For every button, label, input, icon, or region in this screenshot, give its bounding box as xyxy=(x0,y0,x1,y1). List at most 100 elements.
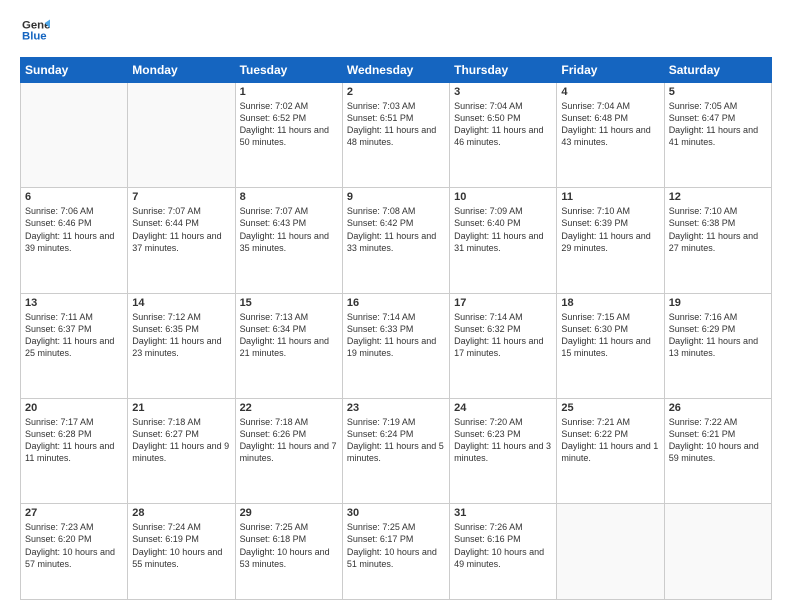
cell-info: Sunrise: 7:04 AM Sunset: 6:48 PM Dayligh… xyxy=(561,100,659,149)
day-header-wednesday: Wednesday xyxy=(342,58,449,83)
day-number: 12 xyxy=(669,191,767,203)
calendar-header-row: SundayMondayTuesdayWednesdayThursdayFrid… xyxy=(21,58,772,83)
calendar-week-2: 6 Sunrise: 7:06 AM Sunset: 6:46 PM Daylig… xyxy=(21,188,772,293)
calendar-cell: 11 Sunrise: 7:10 AM Sunset: 6:39 PM Dayli… xyxy=(557,188,664,293)
day-number: 18 xyxy=(561,297,659,309)
day-number: 4 xyxy=(561,86,659,98)
logo: General Blue xyxy=(20,16,50,49)
cell-info: Sunrise: 7:22 AM Sunset: 6:21 PM Dayligh… xyxy=(669,416,767,465)
day-number: 27 xyxy=(25,507,123,519)
day-number: 9 xyxy=(347,191,445,203)
cell-info: Sunrise: 7:12 AM Sunset: 6:35 PM Dayligh… xyxy=(132,311,230,360)
calendar-cell: 16Sunrise: 7:14 AM Sunset: 6:33 PM Dayli… xyxy=(342,293,449,398)
day-number: 23 xyxy=(347,402,445,414)
cell-info: Sunrise: 7:26 AM Sunset: 6:16 PM Dayligh… xyxy=(454,521,552,570)
cell-info: Sunrise: 7:10 AM Sunset: 6:39 PM Dayligh… xyxy=(561,205,659,254)
calendar-cell: 5 Sunrise: 7:05 AM Sunset: 6:47 PM Daylig… xyxy=(664,83,771,188)
day-header-sunday: Sunday xyxy=(21,58,128,83)
day-number: 10 xyxy=(454,191,552,203)
cell-info: Sunrise: 7:18 AM Sunset: 6:26 PM Dayligh… xyxy=(240,416,338,465)
calendar-cell: 13Sunrise: 7:11 AM Sunset: 6:37 PM Dayli… xyxy=(21,293,128,398)
cell-info: Sunrise: 7:14 AM Sunset: 6:32 PM Dayligh… xyxy=(454,311,552,360)
calendar-cell: 18Sunrise: 7:15 AM Sunset: 6:30 PM Dayli… xyxy=(557,293,664,398)
cell-info: Sunrise: 7:09 AM Sunset: 6:40 PM Dayligh… xyxy=(454,205,552,254)
day-number: 30 xyxy=(347,507,445,519)
calendar-cell xyxy=(664,504,771,600)
calendar-week-4: 20Sunrise: 7:17 AM Sunset: 6:28 PM Dayli… xyxy=(21,398,772,503)
calendar-cell: 31 Sunrise: 7:26 AM Sunset: 6:16 PM Dayli… xyxy=(450,504,557,600)
calendar-cell: 2Sunrise: 7:03 AM Sunset: 6:51 PM Daylig… xyxy=(342,83,449,188)
cell-info: Sunrise: 7:07 AM Sunset: 6:44 PM Dayligh… xyxy=(132,205,230,254)
logo-icon: General Blue xyxy=(22,16,50,44)
day-number: 5 xyxy=(669,86,767,98)
day-number: 2 xyxy=(347,86,445,98)
day-number: 22 xyxy=(240,402,338,414)
svg-text:Blue: Blue xyxy=(22,31,47,43)
cell-info: Sunrise: 7:02 AM Sunset: 6:52 PM Dayligh… xyxy=(240,100,338,149)
day-number: 17 xyxy=(454,297,552,309)
calendar-cell: 14 Sunrise: 7:12 AM Sunset: 6:35 PM Dayli… xyxy=(128,293,235,398)
calendar-cell: 15 Sunrise: 7:13 AM Sunset: 6:34 PM Dayli… xyxy=(235,293,342,398)
svg-text:General: General xyxy=(22,19,50,31)
day-number: 14 xyxy=(132,297,230,309)
calendar-cell: 21Sunrise: 7:18 AM Sunset: 6:27 PM Dayli… xyxy=(128,398,235,503)
day-number: 13 xyxy=(25,297,123,309)
calendar-cell: 7 Sunrise: 7:07 AM Sunset: 6:44 PM Daylig… xyxy=(128,188,235,293)
header: General Blue xyxy=(20,16,772,49)
cell-info: Sunrise: 7:16 AM Sunset: 6:29 PM Dayligh… xyxy=(669,311,767,360)
calendar-cell: 20Sunrise: 7:17 AM Sunset: 6:28 PM Dayli… xyxy=(21,398,128,503)
day-number: 29 xyxy=(240,507,338,519)
calendar-cell: 22 Sunrise: 7:18 AM Sunset: 6:26 PM Dayli… xyxy=(235,398,342,503)
calendar-cell: 9Sunrise: 7:08 AM Sunset: 6:42 PM Daylig… xyxy=(342,188,449,293)
cell-info: Sunrise: 7:04 AM Sunset: 6:50 PM Dayligh… xyxy=(454,100,552,149)
day-header-tuesday: Tuesday xyxy=(235,58,342,83)
calendar-cell: 3 Sunrise: 7:04 AM Sunset: 6:50 PM Daylig… xyxy=(450,83,557,188)
calendar-week-5: 27 Sunrise: 7:23 AM Sunset: 6:20 PM Dayli… xyxy=(21,504,772,600)
cell-info: Sunrise: 7:07 AM Sunset: 6:43 PM Dayligh… xyxy=(240,205,338,254)
calendar-cell: 10 Sunrise: 7:09 AM Sunset: 6:40 PM Dayli… xyxy=(450,188,557,293)
calendar-cell: 28 Sunrise: 7:24 AM Sunset: 6:19 PM Dayli… xyxy=(128,504,235,600)
day-number: 7 xyxy=(132,191,230,203)
cell-info: Sunrise: 7:24 AM Sunset: 6:19 PM Dayligh… xyxy=(132,521,230,570)
calendar-week-3: 13Sunrise: 7:11 AM Sunset: 6:37 PM Dayli… xyxy=(21,293,772,398)
calendar-cell xyxy=(128,83,235,188)
calendar-table: SundayMondayTuesdayWednesdayThursdayFrid… xyxy=(20,57,772,600)
day-number: 1 xyxy=(240,86,338,98)
calendar-cell: 23 Sunrise: 7:19 AM Sunset: 6:24 PM Dayli… xyxy=(342,398,449,503)
day-header-monday: Monday xyxy=(128,58,235,83)
cell-info: Sunrise: 7:18 AM Sunset: 6:27 PM Dayligh… xyxy=(132,416,230,465)
calendar-cell: 27 Sunrise: 7:23 AM Sunset: 6:20 PM Dayli… xyxy=(21,504,128,600)
cell-info: Sunrise: 7:06 AM Sunset: 6:46 PM Dayligh… xyxy=(25,205,123,254)
cell-info: Sunrise: 7:25 AM Sunset: 6:17 PM Dayligh… xyxy=(347,521,445,570)
day-number: 31 xyxy=(454,507,552,519)
calendar-cell xyxy=(21,83,128,188)
calendar-cell: 1 Sunrise: 7:02 AM Sunset: 6:52 PM Daylig… xyxy=(235,83,342,188)
cell-info: Sunrise: 7:19 AM Sunset: 6:24 PM Dayligh… xyxy=(347,416,445,465)
calendar-cell: 6 Sunrise: 7:06 AM Sunset: 6:46 PM Daylig… xyxy=(21,188,128,293)
calendar-cell: 26 Sunrise: 7:22 AM Sunset: 6:21 PM Dayli… xyxy=(664,398,771,503)
day-number: 28 xyxy=(132,507,230,519)
day-number: 25 xyxy=(561,402,659,414)
day-number: 11 xyxy=(561,191,659,203)
day-header-thursday: Thursday xyxy=(450,58,557,83)
day-number: 26 xyxy=(669,402,767,414)
calendar-cell: 24Sunrise: 7:20 AM Sunset: 6:23 PM Dayli… xyxy=(450,398,557,503)
calendar-cell xyxy=(557,504,664,600)
day-number: 20 xyxy=(25,402,123,414)
cell-info: Sunrise: 7:21 AM Sunset: 6:22 PM Dayligh… xyxy=(561,416,659,465)
calendar-cell: 12 Sunrise: 7:10 AM Sunset: 6:38 PM Dayli… xyxy=(664,188,771,293)
cell-info: Sunrise: 7:05 AM Sunset: 6:47 PM Dayligh… xyxy=(669,100,767,149)
cell-info: Sunrise: 7:13 AM Sunset: 6:34 PM Dayligh… xyxy=(240,311,338,360)
calendar-cell: 4 Sunrise: 7:04 AM Sunset: 6:48 PM Daylig… xyxy=(557,83,664,188)
calendar-week-1: 1 Sunrise: 7:02 AM Sunset: 6:52 PM Daylig… xyxy=(21,83,772,188)
calendar-cell: 29 Sunrise: 7:25 AM Sunset: 6:18 PM Dayli… xyxy=(235,504,342,600)
day-number: 3 xyxy=(454,86,552,98)
cell-info: Sunrise: 7:25 AM Sunset: 6:18 PM Dayligh… xyxy=(240,521,338,570)
day-number: 15 xyxy=(240,297,338,309)
day-number: 6 xyxy=(25,191,123,203)
day-number: 16 xyxy=(347,297,445,309)
page: General Blue SundayMondayTuesdayWednesda… xyxy=(0,0,792,612)
cell-info: Sunrise: 7:23 AM Sunset: 6:20 PM Dayligh… xyxy=(25,521,123,570)
cell-info: Sunrise: 7:10 AM Sunset: 6:38 PM Dayligh… xyxy=(669,205,767,254)
day-number: 19 xyxy=(669,297,767,309)
